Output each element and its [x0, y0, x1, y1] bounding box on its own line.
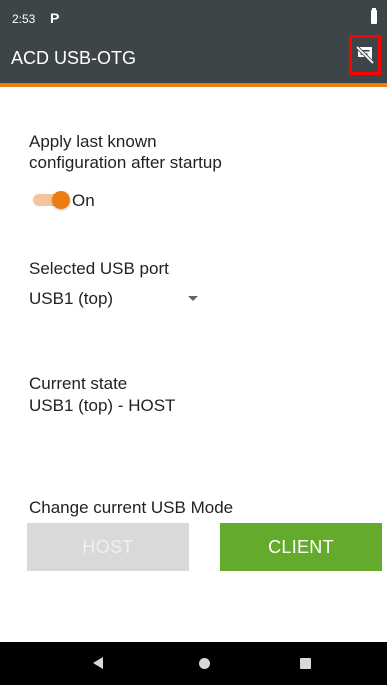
notifications-off-button[interactable] — [349, 35, 381, 75]
back-icon[interactable] — [93, 657, 103, 669]
usb-port-label: Selected USB port — [29, 259, 169, 278]
startup-toggle[interactable] — [33, 190, 73, 210]
notifications-off-icon — [355, 45, 375, 65]
client-button[interactable]: CLIENT — [220, 523, 382, 571]
toggle-thumb — [52, 191, 70, 209]
usb-port-selected-value: USB1 (top) — [29, 289, 114, 308]
app-bar-accent-line — [0, 83, 387, 87]
usb-port-dropdown[interactable]: USB1 (top) — [29, 286, 209, 312]
battery-icon — [371, 8, 377, 24]
dropdown-arrow-icon — [188, 296, 198, 301]
toggle-state-label: On — [72, 191, 95, 210]
screen: 2:53 P ACD USB-OTG Apply last known conf… — [0, 0, 387, 685]
usb-mode-label: Change current USB Mode — [29, 498, 234, 517]
current-state-label: Current state — [29, 374, 128, 393]
host-button[interactable]: HOST — [27, 523, 189, 571]
app-title: ACD USB-OTG — [11, 48, 137, 68]
app-bar: ACD USB-OTG — [0, 33, 387, 83]
current-state-value: USB1 (top) - HOST — [29, 396, 176, 415]
recents-icon[interactable] — [300, 658, 311, 669]
startup-setting-label-line1: Apply last known — [29, 132, 157, 151]
navigation-bar — [0, 642, 387, 685]
status-bar: 2:53 P — [0, 0, 387, 33]
home-icon[interactable] — [199, 658, 210, 669]
startup-setting-label-line2: configuration after startup — [29, 153, 222, 172]
status-time: 2:53 — [12, 12, 36, 26]
parking-notification-icon: P — [50, 10, 60, 26]
